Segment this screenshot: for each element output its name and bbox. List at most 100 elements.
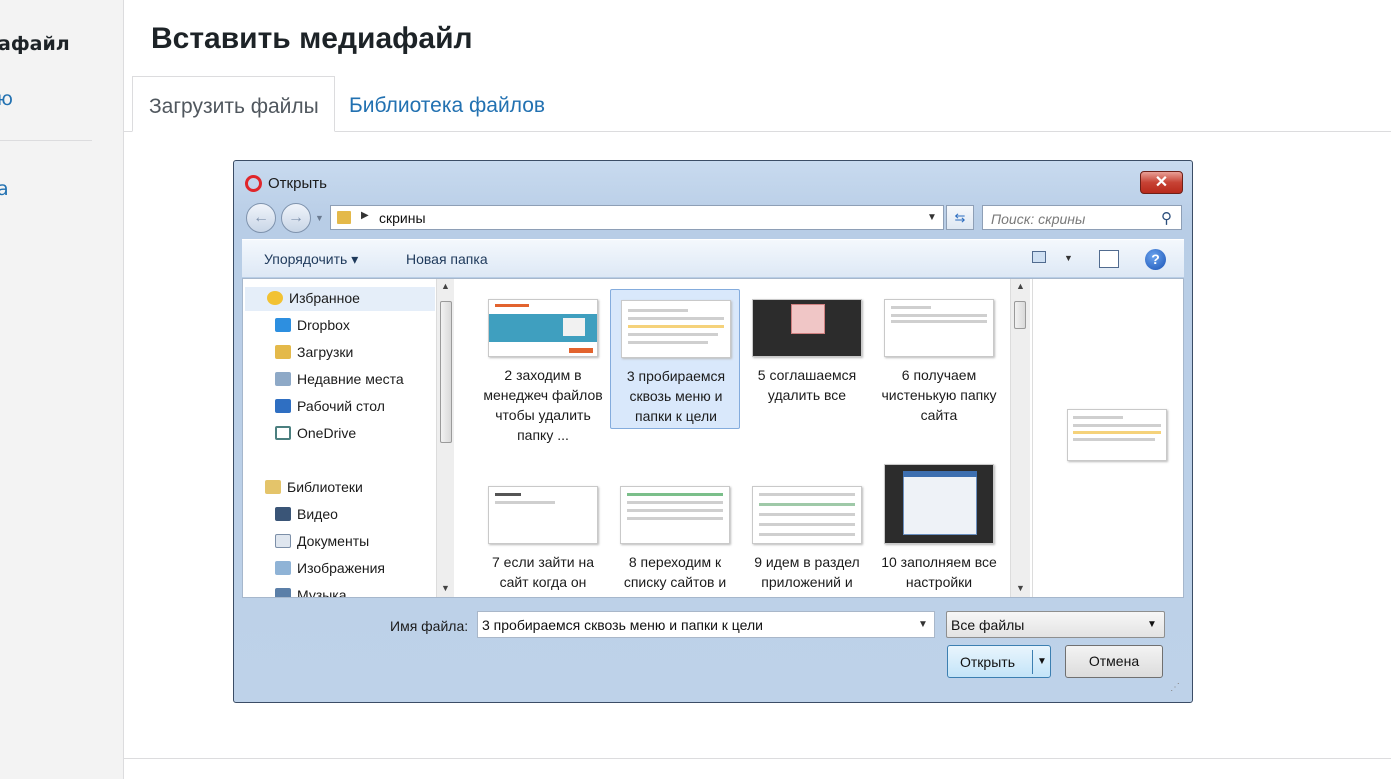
open-button-split [1032,650,1033,674]
file-type-select[interactable]: Все файлы ▼ [946,611,1165,638]
sidebar-divider [0,140,92,141]
scroll-down-icon[interactable]: ▼ [441,583,450,593]
breadcrumb-current[interactable]: скрины [379,210,426,226]
nav-item-favorites[interactable]: Избранное [245,287,435,311]
nav-item-label: Dropbox [297,317,350,333]
file-thumbnail [752,299,862,357]
nav-item-video[interactable]: Видео [275,506,338,530]
sidebar-link[interactable]: ю [0,88,13,110]
address-dropdown-icon[interactable]: ▼ [927,212,937,223]
file-name: 8 переходим к списку сайтов и [623,554,727,590]
file-item[interactable]: 5 соглашаемся удалить все [742,289,872,429]
file-name: 3 пробираемся сквозь меню и папки к цели [626,368,726,424]
help-icon[interactable]: ? [1145,249,1166,270]
refresh-icon[interactable]: ⇆ [946,205,974,230]
back-arrow-icon[interactable]: ← [246,203,276,233]
scroll-down-icon[interactable]: ▼ [1016,583,1025,593]
open-button-label: Открыть [960,654,1015,670]
nav-item-music[interactable]: Музыка [275,587,347,598]
video-icon [275,507,291,521]
scroll-up-icon[interactable]: ▲ [441,281,450,291]
file-thumbnail [884,299,994,357]
file-item[interactable]: 10 заполняем все настройки [874,454,1004,594]
tab-upload-files[interactable]: Загрузить файлы [132,76,335,132]
nav-item-documents[interactable]: Документы [275,533,369,557]
nav-item-label: Музыка [297,587,347,598]
file-name: 5 соглашаемся удалить все [757,367,857,403]
breadcrumb-chevron-icon[interactable]: ▶ [361,210,369,221]
nav-item-label: Недавние места [297,371,404,387]
filename-dropdown-icon[interactable]: ▼ [918,619,928,630]
dialog-content: Избранное Dropbox Загрузки Недавние мест… [242,278,1184,598]
dropbox-icon [275,318,291,332]
nav-item-onedrive[interactable]: OneDrive [275,425,356,449]
recent-locations-dropdown-icon[interactable]: ▼ [315,213,324,223]
search-input[interactable]: Поиск: скрины ⚲ [982,205,1182,230]
file-thumbnail [620,486,730,544]
file-item[interactable]: 9 идем в раздел приложений и [742,476,872,597]
music-icon [275,588,291,597]
file-item[interactable]: 6 получаем чистенькую папку сайта [874,289,1004,429]
file-type-dropdown-icon[interactable]: ▼ [1147,619,1157,630]
navigation-pane: Избранное Dropbox Загрузки Недавние мест… [243,279,455,598]
pictures-icon [275,561,291,575]
preview-pane [1032,279,1183,597]
nav-item-downloads[interactable]: Загрузки [275,344,353,368]
sidebar-link[interactable]: а [0,178,9,200]
dialog-toolbar: Упорядочить ▾ Новая папка ▼ ? [242,239,1184,277]
new-folder-button[interactable]: Новая папка [406,251,488,267]
open-options-dropdown-icon[interactable]: ▼ [1037,656,1047,667]
search-icon[interactable]: ⚲ [1161,209,1172,227]
file-item[interactable]: 2 заходим в менеджеч файлов чтобы удалит… [478,289,608,443]
downloads-folder-icon [275,345,291,359]
admin-sidebar: афайл ю а [0,0,124,779]
nav-item-label: Избранное [289,290,360,306]
preview-pane-icon[interactable] [1099,250,1119,268]
cancel-button[interactable]: Отмена [1065,645,1163,678]
file-list-scrollbar[interactable]: ▲ ▼ [1010,279,1030,597]
nav-item-libraries[interactable]: Библиотеки [265,479,363,503]
nav-item-label: Загрузки [297,344,354,360]
dialog-titlebar[interactable]: Открыть [234,161,1192,201]
open-button[interactable]: Открыть ▼ [947,645,1051,678]
sidebar-title: афайл [0,33,70,55]
organize-menu-button[interactable]: Упорядочить ▾ [264,251,358,268]
filename-label: Имя файла: [390,618,469,634]
address-bar[interactable]: ▶ скрины ▼ [330,205,944,230]
nav-item-label: OneDrive [297,425,357,441]
file-scroll-thumb[interactable] [1014,301,1026,329]
desktop-icon [275,399,291,413]
file-item[interactable]: 8 переходим к списку сайтов и [610,476,740,597]
file-thumbnail [752,486,862,544]
nav-scroll-thumb[interactable] [440,301,452,443]
resize-grip-icon[interactable]: ⋰ [1170,682,1180,693]
nav-item-recent-places[interactable]: Недавние места [275,371,404,395]
forward-arrow-icon[interactable]: → [281,203,311,233]
file-item[interactable]: 7 если зайти на сайт когда он [478,476,608,597]
nav-item-desktop[interactable]: Рабочий стол [275,398,385,422]
file-thumbnail [884,464,994,544]
search-placeholder: Поиск: скрины [991,211,1086,227]
dialog-title: Открыть [268,175,327,192]
file-name: 7 если зайти на сайт когда он [491,554,594,590]
change-view-icon[interactable] [1032,251,1046,263]
file-type-value: Все файлы [951,617,1025,633]
file-name: 2 заходим в менеджеч файлов чтобы удалит… [483,367,603,443]
nav-item-pictures[interactable]: Изображения [275,560,385,584]
file-list: 2 заходим в менеджеч файлов чтобы удалит… [457,279,1032,597]
tab-media-library[interactable]: Библиотека файлов [333,76,561,132]
filename-input[interactable]: 3 пробираемся сквозь меню и папки к цели… [477,611,935,638]
nav-scrollbar[interactable]: ▲ ▼ [436,279,454,597]
view-options-dropdown-icon[interactable]: ▼ [1064,253,1073,263]
nav-item-label: Изображения [297,560,385,576]
filename-value: 3 пробираемся сквозь меню и папки к цели [482,617,763,633]
nav-item-label: Документы [297,533,370,549]
file-name: 6 получаем чистенькую папку сайта [881,367,997,423]
nav-item-dropbox[interactable]: Dropbox [275,317,350,341]
file-item-selected[interactable]: 3 пробираемся сквозь меню и папки к цели [610,289,740,429]
scroll-up-icon[interactable]: ▲ [1016,281,1025,291]
nav-item-label: Видео [297,506,338,522]
onedrive-icon [275,426,291,440]
nav-item-label: Библиотеки [287,479,363,495]
close-button[interactable]: ✕ [1140,171,1183,194]
